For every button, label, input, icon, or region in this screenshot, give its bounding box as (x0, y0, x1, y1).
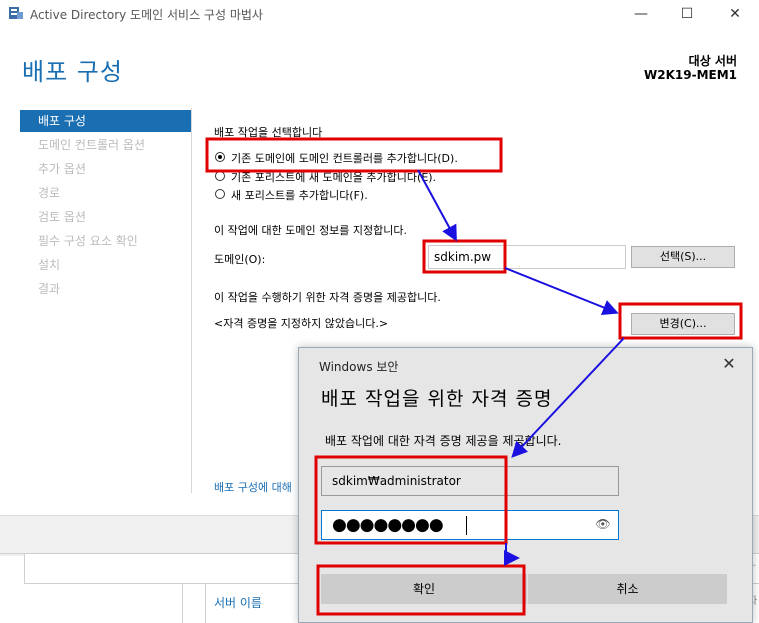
target-server-label: 대상 서버 (688, 54, 737, 68)
nav-item-install[interactable]: 설치 (20, 254, 191, 276)
option-new-domain-label[interactable]: 기존 포리스트에 새 도메인을 추가합니다(E). (231, 169, 436, 185)
password-input[interactable]: ●●●●●●●● 👁 (321, 510, 619, 540)
target-server-name: W2K19-MEM1 (644, 68, 737, 82)
radio-new-forest[interactable] (215, 189, 225, 199)
dialog-caption: Windows 보안 (319, 360, 399, 374)
select-operation-label: 배포 작업을 선택합니다 (214, 126, 323, 139)
minimize-button[interactable]: — (618, 0, 664, 28)
domain-info-label: 이 작업에 대한 도메인 정보를 지정합니다. (214, 224, 408, 237)
nav-item-review[interactable]: 검토 옵션 (20, 206, 191, 228)
nav-item-paths[interactable]: 경로 (20, 182, 191, 204)
page-title: 배포 구성 (22, 58, 123, 86)
nav-item-additional-options[interactable]: 추가 옵션 (20, 158, 191, 180)
maximize-button[interactable]: ☐ (664, 0, 710, 28)
windows-security-dialog: Windows 보안 ✕ 배포 작업을 위한 자격 증명 배포 작업에 대한 자… (298, 347, 753, 623)
option-new-forest-label[interactable]: 새 포리스트를 추가합니다(F). (231, 187, 368, 203)
nav-item-deployment[interactable]: 배포 구성 (20, 110, 191, 132)
nav-item-dc-options[interactable]: 도메인 컨트롤러 옵션 (20, 134, 191, 156)
more-info-link[interactable]: 배포 구성에 대해 (214, 479, 292, 495)
password-mask: ●●●●●●●● (332, 515, 444, 535)
dialog-close-button[interactable]: ✕ (717, 354, 741, 373)
reveal-password-icon[interactable]: 👁 (594, 515, 612, 533)
background-column-divider (182, 584, 183, 623)
title-bar: Active Directory 도메인 서비스 구성 마법사 — ☐ ✕ (0, 0, 759, 28)
option-add-dc-label[interactable]: 기존 도메인에 도메인 컨트롤러를 추가합니다(D). (231, 150, 458, 166)
server-name-column-header[interactable]: 서버 이름 (214, 594, 262, 611)
radio-add-dc[interactable] (215, 152, 225, 162)
window-title: Active Directory 도메인 서비스 구성 마법사 (30, 8, 263, 22)
arrow-to-change (504, 267, 619, 315)
domain-field-label: 도메인(O): (214, 253, 266, 266)
background-column-divider (205, 584, 206, 623)
credentials-status: <자격 증명을 지정하지 않았습니다.> (214, 317, 389, 330)
nav-item-results[interactable]: 결과 (20, 278, 191, 300)
credentials-info-label: 이 작업을 수행하기 위한 자격 증명을 제공합니다. (214, 291, 441, 304)
nav-item-prereq[interactable]: 필수 구성 요소 확인 (20, 230, 191, 252)
select-domain-button[interactable]: 선택(S)... (631, 246, 735, 268)
close-button[interactable]: ✕ (712, 0, 758, 28)
radio-new-domain[interactable] (215, 171, 225, 181)
ok-button[interactable]: 확인 (321, 574, 527, 604)
domain-input[interactable]: sdkim.pw (428, 245, 626, 269)
nav-divider (191, 108, 192, 493)
dialog-heading: 배포 작업을 위한 자격 증명 (321, 388, 553, 410)
text-caret (466, 516, 467, 535)
server-manager-icon (9, 7, 23, 19)
cancel-button[interactable]: 취소 (528, 574, 727, 604)
dialog-instruction: 배포 작업에 대한 자격 증명 제공을 제공합니다. (325, 434, 562, 448)
change-credentials-button[interactable]: 변경(C)... (631, 313, 735, 335)
username-input[interactable]: sdkim₩administrator (321, 466, 619, 496)
